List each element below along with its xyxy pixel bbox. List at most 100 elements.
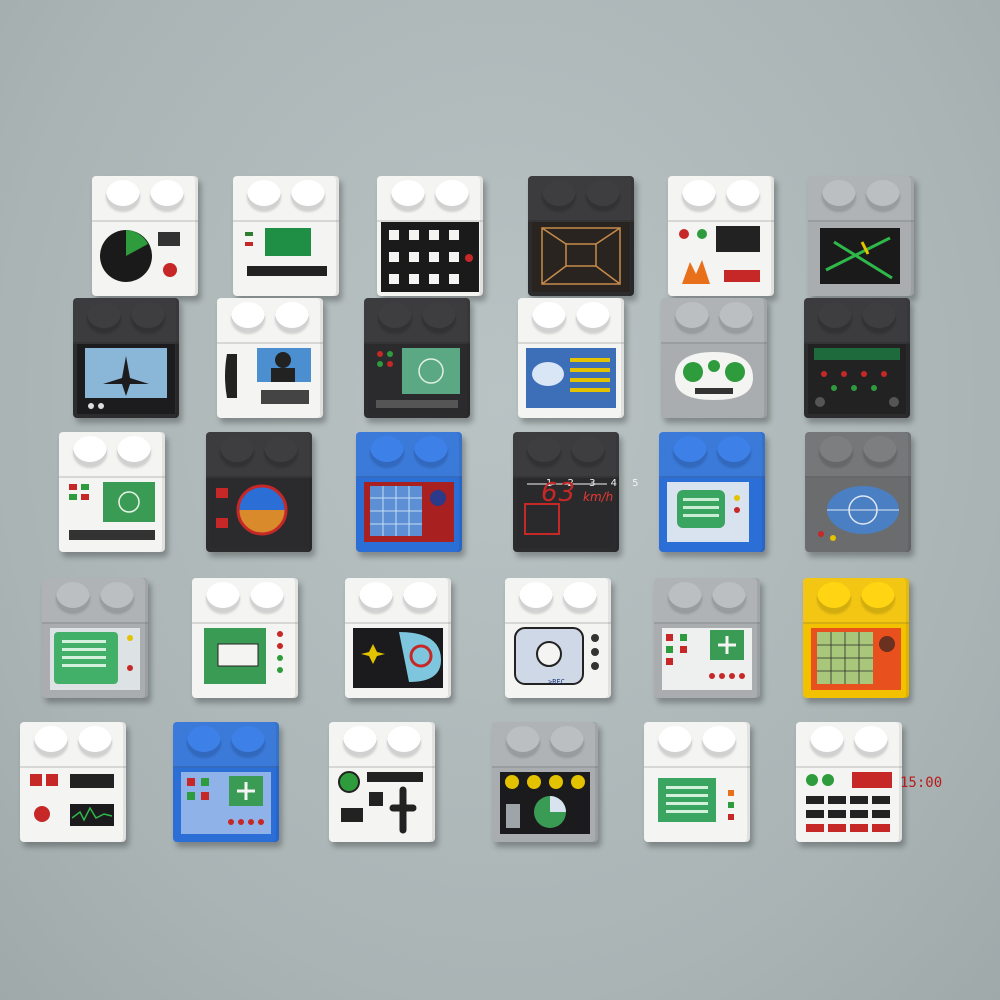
brick-r2c1 xyxy=(73,298,179,418)
stud xyxy=(387,726,421,756)
sun-dials-icon xyxy=(496,768,594,838)
stud xyxy=(506,726,540,756)
rec-label: >REC xyxy=(548,678,565,686)
clock-readout: 15:00 xyxy=(900,775,943,791)
clock-panel-icon xyxy=(800,768,898,838)
target-screen-icon xyxy=(368,344,466,414)
stud xyxy=(106,180,140,210)
stud xyxy=(250,582,284,612)
phone-pilot-icon xyxy=(221,344,319,414)
brick-r4c6 xyxy=(803,578,909,698)
button-grid-icon xyxy=(381,222,479,292)
brick-r4c3 xyxy=(345,578,451,698)
brick-r3c2 xyxy=(206,432,312,552)
stud xyxy=(586,180,620,210)
stud xyxy=(231,726,265,756)
green-text-screen-icon xyxy=(648,768,746,838)
orange-radar-icon xyxy=(807,624,905,694)
stud xyxy=(726,180,760,210)
plus-panel-icon xyxy=(658,624,756,694)
stud xyxy=(220,436,254,466)
stud xyxy=(206,582,240,612)
brick-r4c1 xyxy=(42,578,148,698)
stud xyxy=(231,302,265,332)
wireframe-tunnel-icon xyxy=(532,222,630,292)
stud xyxy=(131,302,165,332)
stud xyxy=(291,180,325,210)
stud xyxy=(403,582,437,612)
stud xyxy=(818,302,852,332)
stud xyxy=(532,302,566,332)
stud xyxy=(702,726,736,756)
green-monitor-icon xyxy=(663,478,761,548)
stud xyxy=(343,726,377,756)
brick-r2c5 xyxy=(661,298,767,418)
brick-r4c5 xyxy=(654,578,760,698)
blue-compass-icon xyxy=(809,478,907,548)
stud xyxy=(391,180,425,210)
horizon-gauge-icon xyxy=(210,478,308,548)
stud xyxy=(370,436,404,466)
stud xyxy=(658,726,692,756)
stud xyxy=(34,726,68,756)
stud xyxy=(117,436,151,466)
blue-plus-panel-icon xyxy=(177,768,275,838)
waveform-panel-icon xyxy=(24,768,122,838)
stud xyxy=(359,582,393,612)
stud xyxy=(576,302,610,332)
stud xyxy=(854,726,888,756)
stud xyxy=(822,180,856,210)
brick-r1c5 xyxy=(668,176,774,296)
stud xyxy=(571,436,605,466)
brick-r1c1 xyxy=(92,176,198,296)
brick-r2c2 xyxy=(217,298,323,418)
speed-value: 63 xyxy=(541,478,577,508)
triple-dial-icon xyxy=(665,344,763,414)
brick-r4c2 xyxy=(192,578,298,698)
stud xyxy=(247,180,281,210)
stud xyxy=(56,582,90,612)
stud xyxy=(414,436,448,466)
brick-r5c5 xyxy=(644,722,750,842)
stud xyxy=(817,582,851,612)
brick-r2c3 xyxy=(364,298,470,418)
stud xyxy=(673,436,707,466)
stud xyxy=(87,302,121,332)
stud xyxy=(150,180,184,210)
stud xyxy=(675,302,709,332)
stud xyxy=(712,582,746,612)
text-monitor-icon xyxy=(46,624,144,694)
brick-r5c1 xyxy=(20,722,126,842)
brick-r1c3 xyxy=(377,176,483,296)
stud xyxy=(819,436,853,466)
stud xyxy=(563,582,597,612)
stud xyxy=(717,436,751,466)
brick-r5c3 xyxy=(329,722,435,842)
brick-r5c6 xyxy=(796,722,902,842)
lights-panel-icon xyxy=(808,344,906,414)
brick-r5c4 xyxy=(492,722,598,842)
brick-r1c4 xyxy=(528,176,634,296)
radar-icon xyxy=(96,222,194,292)
space-window-icon xyxy=(349,624,447,694)
stud xyxy=(422,302,456,332)
brick-r3c1 xyxy=(59,432,165,552)
stud xyxy=(810,726,844,756)
stud xyxy=(378,302,412,332)
stud xyxy=(73,436,107,466)
brick-r3c3 xyxy=(356,432,462,552)
aircraft-screen-icon xyxy=(77,344,175,414)
brick-r3c5 xyxy=(659,432,765,552)
green-screen-icon xyxy=(237,222,335,292)
joystick-panel-icon xyxy=(333,768,431,838)
stud xyxy=(682,180,716,210)
stud xyxy=(187,726,221,756)
brick-r2c4 xyxy=(518,298,624,418)
stud xyxy=(435,180,469,210)
stud xyxy=(78,726,112,756)
brick-r5c2 xyxy=(173,722,279,842)
stud xyxy=(863,436,897,466)
stud xyxy=(862,302,896,332)
stud xyxy=(719,302,753,332)
brick-r2c6 xyxy=(804,298,910,418)
